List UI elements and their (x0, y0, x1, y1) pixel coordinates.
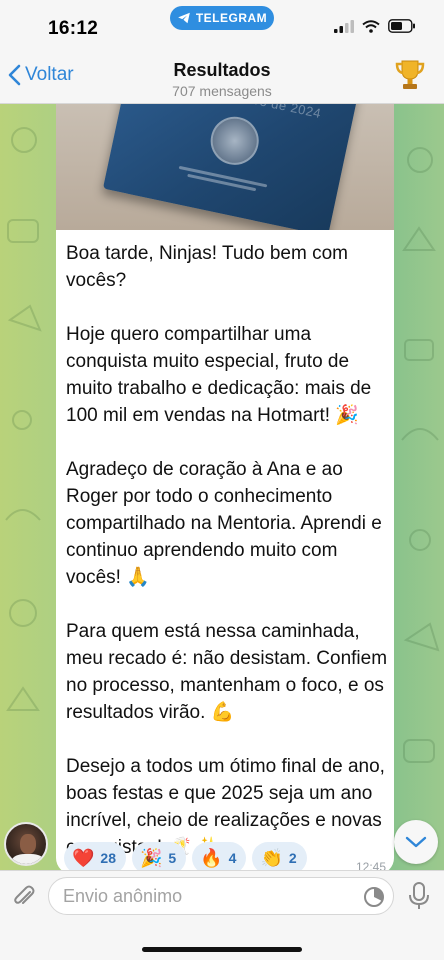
microphone-button[interactable] (406, 881, 432, 916)
wifi-icon (362, 19, 380, 33)
message-count: 707 mensagens (172, 83, 272, 99)
reaction-count: 4 (228, 850, 237, 866)
paper-plane-icon (177, 12, 190, 24)
message-bubble[interactable]: 20 de dezembro de 2024 Boa tarde, Ninjas… (56, 104, 394, 874)
telegram-pill[interactable]: TELEGRAM (170, 6, 274, 30)
avatar-face (20, 834, 36, 854)
trophy-icon[interactable] (394, 58, 426, 97)
attach-button[interactable] (10, 883, 38, 916)
message-input[interactable] (63, 878, 353, 914)
plaque-image: 20 de dezembro de 2024 (102, 104, 360, 230)
reaction-count: 2 (288, 850, 297, 866)
message-input-bar (0, 870, 444, 960)
clapping-hands-icon: 👏 (260, 848, 283, 868)
status-time: 16:12 (48, 18, 99, 39)
reaction-count: 28 (100, 850, 116, 866)
message-field[interactable] (48, 877, 394, 915)
heart-icon: ❤️ (72, 848, 95, 868)
chat-title-block[interactable]: Resultados 707 mensagens (0, 60, 444, 99)
telegram-pill-label: TELEGRAM (195, 11, 268, 25)
reaction-count: 5 (168, 850, 177, 866)
message-text: Boa tarde, Ninjas! Tudo bem com vocês? H… (66, 243, 388, 858)
chevron-down-icon (405, 836, 427, 848)
signal-icon (334, 19, 354, 33)
avatar[interactable] (4, 822, 48, 866)
fire-icon: 🔥 (200, 848, 223, 868)
scroll-to-bottom-button[interactable] (394, 820, 438, 864)
microphone-icon (409, 882, 429, 909)
plaque-medal (206, 112, 264, 170)
paperclip-icon (14, 885, 35, 904)
message-photo[interactable]: 20 de dezembro de 2024 (56, 104, 394, 230)
timer-icon[interactable] (363, 886, 385, 913)
status-icons (334, 19, 416, 33)
chat-title: Resultados (173, 60, 271, 80)
home-indicator (142, 947, 302, 952)
battery-icon (388, 19, 415, 33)
navigation-header: 16:12 TELEGRAM Voltar Resultados 707 men… (0, 0, 444, 104)
party-popper-icon: 🎉 (140, 848, 163, 868)
